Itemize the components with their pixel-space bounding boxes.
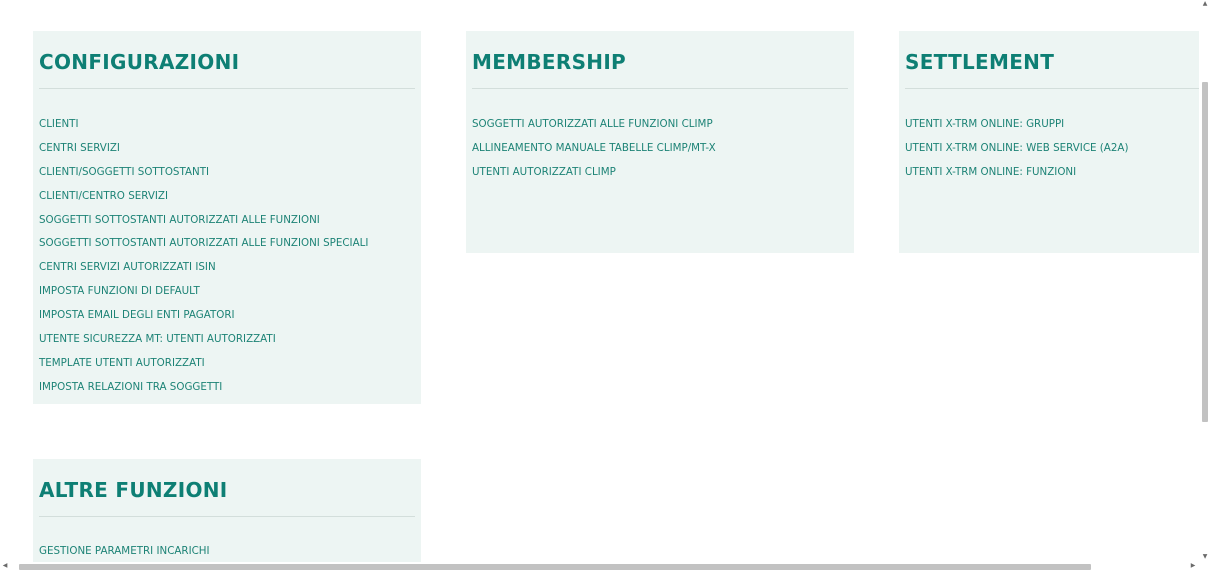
configurazioni-panel: CONFIGURAZIONI CLIENTI CENTRI SERVIZI CL… bbox=[33, 31, 421, 404]
vertical-scrollbar-thumb[interactable] bbox=[1202, 82, 1208, 422]
menu-item-allineamento-manuale-tabelle[interactable]: ALLINEAMENTO MANUALE TABELLE CLIMP/MT-X bbox=[472, 140, 848, 156]
altre-funzioni-panel: ALTRE FUNZIONI GESTIONE PARAMETRI INCARI… bbox=[33, 459, 421, 570]
settlement-panel: SETTLEMENT UTENTI X-TRM ONLINE: GRUPPI U… bbox=[899, 31, 1210, 253]
menu-item-utenti-autorizzati-climp[interactable]: UTENTI AUTORIZZATI CLIMP bbox=[472, 164, 848, 180]
vertical-scrollbar[interactable]: ▲ ▼ bbox=[1199, 0, 1210, 562]
settlement-title: SETTLEMENT bbox=[905, 50, 1055, 74]
configurazioni-menu: CLIENTI CENTRI SERVIZI CLIENTI/SOGGETTI … bbox=[39, 116, 415, 395]
menu-item-template-utenti-autorizzati[interactable]: TEMPLATE UTENTI AUTORIZZATI bbox=[39, 355, 415, 371]
menu-item-utenti-xtrm-funzioni[interactable]: UTENTI X-TRM ONLINE: FUNZIONI bbox=[905, 164, 1210, 180]
menu-item-imposta-email-enti-pagatori[interactable]: IMPOSTA EMAIL DEGLI ENTI PAGATORI bbox=[39, 307, 415, 323]
menu-item-utenti-xtrm-web-service[interactable]: UTENTI X-TRM ONLINE: WEB SERVICE (A2A) bbox=[905, 140, 1210, 156]
menu-item-imposta-relazioni-soggetti[interactable]: IMPOSTA RELAZIONI TRA SOGGETTI bbox=[39, 379, 415, 395]
scroll-left-icon[interactable]: ◀ bbox=[2, 563, 8, 569]
scroll-right-icon[interactable]: ▶ bbox=[1190, 563, 1196, 569]
menu-item-centri-servizi-autorizzati-isin[interactable]: CENTRI SERVIZI AUTORIZZATI ISIN bbox=[39, 259, 415, 275]
menu-item-clienti-soggetti-sottostanti[interactable]: CLIENTI/SOGGETTI SOTTOSTANTI bbox=[39, 164, 415, 180]
configurazioni-divider bbox=[39, 88, 415, 89]
settlement-divider bbox=[905, 88, 1210, 89]
configurazioni-title: CONFIGURAZIONI bbox=[39, 50, 240, 74]
horizontal-scrollbar-thumb[interactable] bbox=[19, 564, 1091, 570]
scroll-up-icon[interactable]: ▲ bbox=[1202, 1, 1208, 7]
menu-item-imposta-funzioni-default[interactable]: IMPOSTA FUNZIONI DI DEFAULT bbox=[39, 283, 415, 299]
menu-item-soggetti-sottostanti-autorizzati-funzioni[interactable]: SOGGETTI SOTTOSTANTI AUTORIZZATI ALLE FU… bbox=[39, 212, 415, 228]
menu-item-utenti-xtrm-gruppi[interactable]: UTENTI X-TRM ONLINE: GRUPPI bbox=[905, 116, 1210, 132]
menu-item-soggetti-autorizzati-climp[interactable]: SOGGETTI AUTORIZZATI ALLE FUNZIONI CLIMP bbox=[472, 116, 848, 132]
menu-item-clienti[interactable]: CLIENTI bbox=[39, 116, 415, 132]
membership-panel: MEMBERSHIP SOGGETTI AUTORIZZATI ALLE FUN… bbox=[466, 31, 854, 253]
membership-divider bbox=[472, 88, 848, 89]
menu-item-gestione-parametri-incarichi[interactable]: GESTIONE PARAMETRI INCARICHI bbox=[39, 543, 415, 559]
altre-funzioni-menu: GESTIONE PARAMETRI INCARICHI bbox=[39, 543, 415, 559]
menu-item-clienti-centro-servizi[interactable]: CLIENTI/CENTRO SERVIZI bbox=[39, 188, 415, 204]
membership-menu: SOGGETTI AUTORIZZATI ALLE FUNZIONI CLIMP… bbox=[472, 116, 848, 180]
altre-funzioni-title: ALTRE FUNZIONI bbox=[39, 478, 228, 502]
altre-funzioni-divider bbox=[39, 516, 415, 517]
menu-item-centri-servizi[interactable]: CENTRI SERVIZI bbox=[39, 140, 415, 156]
menu-item-utente-sicurezza-mt[interactable]: UTENTE SICUREZZA MT: UTENTI AUTORIZZATI bbox=[39, 331, 415, 347]
settlement-menu: UTENTI X-TRM ONLINE: GRUPPI UTENTI X-TRM… bbox=[905, 116, 1210, 180]
horizontal-scrollbar[interactable]: ◀ ▶ bbox=[0, 562, 1210, 570]
membership-title: MEMBERSHIP bbox=[472, 50, 627, 74]
menu-item-soggetti-sottostanti-autorizzati-funzioni-speciali[interactable]: SOGGETTI SOTTOSTANTI AUTORIZZATI ALLE FU… bbox=[39, 235, 415, 251]
scroll-down-icon[interactable]: ▼ bbox=[1202, 554, 1208, 560]
